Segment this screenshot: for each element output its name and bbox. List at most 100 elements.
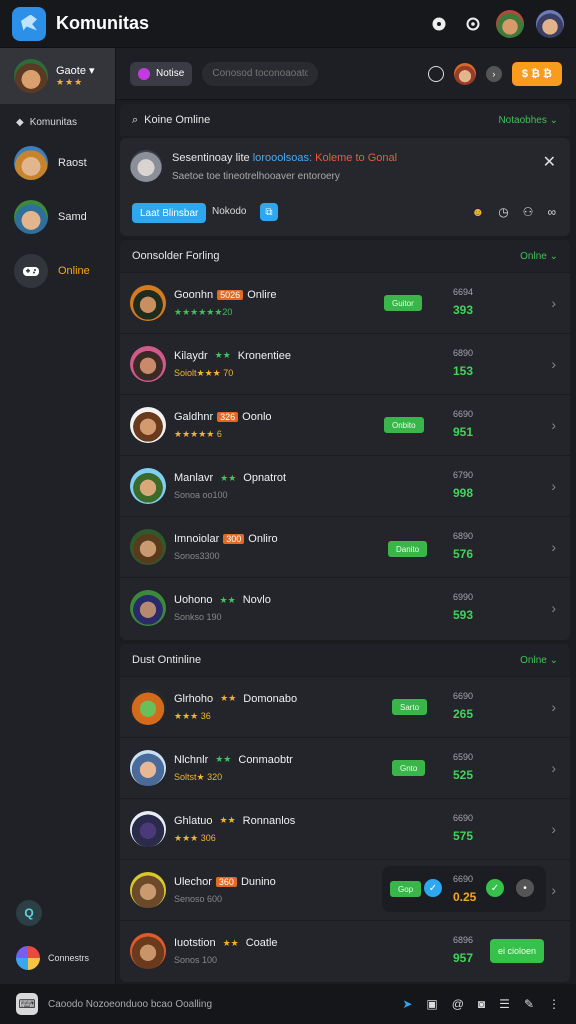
sidebar-item-label: Samd bbox=[58, 211, 87, 223]
chevron-right-icon[interactable]: › bbox=[551, 417, 556, 433]
sidebar-item-label: Online bbox=[58, 265, 90, 277]
sidebar-profile[interactable]: Gaote ▾ ★★★ bbox=[0, 48, 115, 104]
player-avatar bbox=[130, 407, 166, 443]
list-item[interactable]: Ulechor 360 Dunino Senoso 600 Gop ✓ ✓ • 66… bbox=[120, 859, 570, 920]
list-item[interactable]: Galdhnr 326 Oonlo ★★★★★ 6 Onbito 6690 951 › bbox=[120, 394, 570, 455]
notice-toggle[interactable]: Notaobhes ⌄ bbox=[498, 115, 558, 126]
list-item[interactable]: Glrhoho ★★ Domonabo ★★★ 36 Sarto 6690 265 › bbox=[120, 676, 570, 737]
chevron-down-icon: ⌄ bbox=[549, 250, 558, 262]
list-icon[interactable]: ☰ bbox=[499, 997, 510, 1011]
globe-icon bbox=[16, 946, 40, 970]
chevron-down-icon: ⌄ bbox=[549, 654, 558, 666]
keyboard-icon[interactable]: ⌨ bbox=[16, 993, 38, 1015]
dust-list-panel: Dust Ontinline Onlne ⌄ Glrhoho ★★ Domonabo… bbox=[120, 644, 570, 982]
raost-avatar bbox=[14, 146, 48, 180]
notice-chip[interactable]: Notise bbox=[130, 61, 193, 86]
list-item[interactable]: Uohono ★★ Novlo Sonkso 190 6990 593 › bbox=[120, 577, 570, 638]
status-circle-icon[interactable] bbox=[427, 65, 444, 82]
link-icon[interactable]: ∞ bbox=[547, 205, 556, 219]
player-avatar bbox=[130, 529, 166, 565]
sidebar-item-samd[interactable]: Samd bbox=[0, 190, 115, 244]
check-green-icon[interactable]: ✓ bbox=[486, 879, 504, 897]
sidebar-item-raost[interactable]: Raost bbox=[0, 136, 115, 190]
status-badge: Gnto bbox=[392, 760, 426, 776]
arrow-icon[interactable]: › bbox=[485, 65, 502, 82]
list-item[interactable]: Imnoiolar 300 Onliro Sonos3300 Danito 6890… bbox=[120, 516, 570, 577]
chevron-right-icon[interactable]: › bbox=[551, 600, 556, 616]
notification-primary-button[interactable]: Laat Blinsbar bbox=[132, 203, 207, 223]
join-button[interactable]: ei cioloen bbox=[490, 939, 544, 963]
users-icon[interactable]: ⚇ bbox=[523, 205, 534, 219]
player-avatar bbox=[130, 590, 166, 626]
app-title: Komunitas bbox=[56, 13, 150, 33]
list-item[interactable]: Nlchnlr ★★ Conmaobtr Soltst★ 320 Gnto 6590… bbox=[120, 737, 570, 798]
chevron-right-icon[interactable]: › bbox=[551, 821, 556, 837]
chevron-down-icon: ⌄ bbox=[549, 114, 558, 126]
chevron-right-icon[interactable]: › bbox=[551, 539, 556, 555]
community-icon: ◆ bbox=[16, 116, 24, 128]
help-icon[interactable]: Q bbox=[16, 900, 42, 926]
chevron-right-icon[interactable]: › bbox=[551, 882, 556, 898]
share-icon[interactable]: ⧉ bbox=[260, 203, 278, 221]
chevron-right-icon[interactable]: › bbox=[551, 356, 556, 372]
list-item[interactable]: Iuotstion ★★ Coatle Sonos 100 6896 957 ei c… bbox=[120, 920, 570, 981]
filter-bar: Notise › $ ₿ ₿ bbox=[116, 48, 576, 100]
player-avatar bbox=[130, 285, 166, 321]
sidebar-footer[interactable]: Connestrs bbox=[16, 946, 89, 970]
list-item[interactable]: Ghlatuo ★★ Ronnanlos ★★★ 306 6690 575 › bbox=[120, 798, 570, 859]
search-input[interactable] bbox=[202, 61, 319, 86]
dust-list-header: Dust Ontinline Onlne ⌄ bbox=[120, 644, 570, 676]
clock-icon[interactable]: ◷ bbox=[498, 205, 508, 219]
sidebar: Gaote ▾ ★★★ ◆ Komunitas Raost Samd Onlin… bbox=[0, 48, 116, 984]
profile-name: Gaote ▾ bbox=[56, 65, 95, 77]
at-icon[interactable]: @ bbox=[452, 997, 464, 1011]
list-item[interactable]: Kilaydr ★★ Kronentiee Soiolt★★★ 70 6890 153… bbox=[120, 333, 570, 394]
online-list-header: Oonsolder Forling Onlne ⌄ bbox=[120, 240, 570, 272]
status-badge: Sarto bbox=[392, 699, 428, 715]
chevron-right-icon[interactable]: › bbox=[551, 295, 556, 311]
dust-toggle[interactable]: Onlne ⌄ bbox=[520, 655, 558, 666]
sidebar-section-title: ◆ Komunitas bbox=[16, 116, 77, 128]
status-badge: Gop bbox=[390, 881, 422, 897]
notification-actions: ☻ ◷ ⚇ ∞ bbox=[472, 205, 556, 219]
chevron-right-icon[interactable]: › bbox=[551, 699, 556, 715]
search-icon: ⌕ bbox=[132, 113, 139, 126]
sidebar-item-label: Raost bbox=[58, 157, 87, 169]
check-blue-icon[interactable]: ✓ bbox=[424, 879, 442, 897]
app-logo[interactable] bbox=[12, 6, 46, 41]
online-toggle[interactable]: Onlne ⌄ bbox=[520, 251, 558, 262]
menu-icon[interactable]: ⋮ bbox=[548, 997, 560, 1011]
status-badge: Danito bbox=[388, 541, 428, 557]
friend-mini-avatar[interactable] bbox=[453, 62, 476, 85]
more-icon[interactable]: • bbox=[516, 879, 534, 897]
status-badge: Onbito bbox=[384, 417, 424, 433]
notification-title: Sesentinoay lite lorooolsoas: Koleme to … bbox=[172, 152, 398, 164]
user-avatar[interactable] bbox=[496, 9, 524, 38]
notice-panel: ⌕ Koine Omline Notaobhes ⌄ bbox=[120, 104, 570, 136]
chevron-down-icon: ▾ bbox=[89, 65, 95, 77]
friend-avatar[interactable] bbox=[536, 9, 564, 38]
list-item[interactable]: Manlavr ★★ Opnatrot Sonoa oo100 6790 998 › bbox=[120, 455, 570, 516]
camera-icon[interactable]: ◙ bbox=[478, 997, 485, 1011]
notification-card: Sesentinoay lite lorooolsoas: Koleme to … bbox=[120, 138, 570, 236]
chevron-right-icon[interactable]: › bbox=[551, 760, 556, 776]
settings-icon[interactable] bbox=[462, 13, 484, 35]
chat-icon[interactable] bbox=[428, 13, 450, 35]
chevron-right-icon[interactable]: › bbox=[551, 478, 556, 494]
send-icon[interactable]: ➤ bbox=[402, 997, 412, 1011]
bottom-bar: ⌨ Caoodo Nozoeonduoo bcao Ooalling ➤ ▣ @… bbox=[0, 984, 576, 1024]
notification-link[interactable]: Nokodo bbox=[212, 206, 246, 217]
status-badge: Guitor bbox=[384, 295, 422, 311]
emoji-icon[interactable]: ☻ bbox=[472, 205, 485, 219]
profile-stars: ★★★ bbox=[56, 77, 84, 87]
image-icon[interactable]: ▣ bbox=[426, 997, 437, 1011]
notification-avatar bbox=[130, 150, 162, 182]
player-avatar bbox=[130, 750, 166, 786]
sidebar-item-online[interactable]: Online bbox=[0, 244, 115, 298]
currency-button[interactable]: $ ₿ ₿ bbox=[511, 61, 562, 86]
player-avatar bbox=[130, 933, 166, 969]
notification-subtitle: Saetoe toe tineotrelhooaver entoroery bbox=[172, 171, 340, 182]
list-item[interactable]: Goonhn 5026 Onlire ★★★★★★20 Guitor 6694 393… bbox=[120, 272, 570, 333]
close-icon[interactable]: ✕ bbox=[543, 152, 556, 172]
edit-icon[interactable]: ✎ bbox=[524, 997, 534, 1011]
